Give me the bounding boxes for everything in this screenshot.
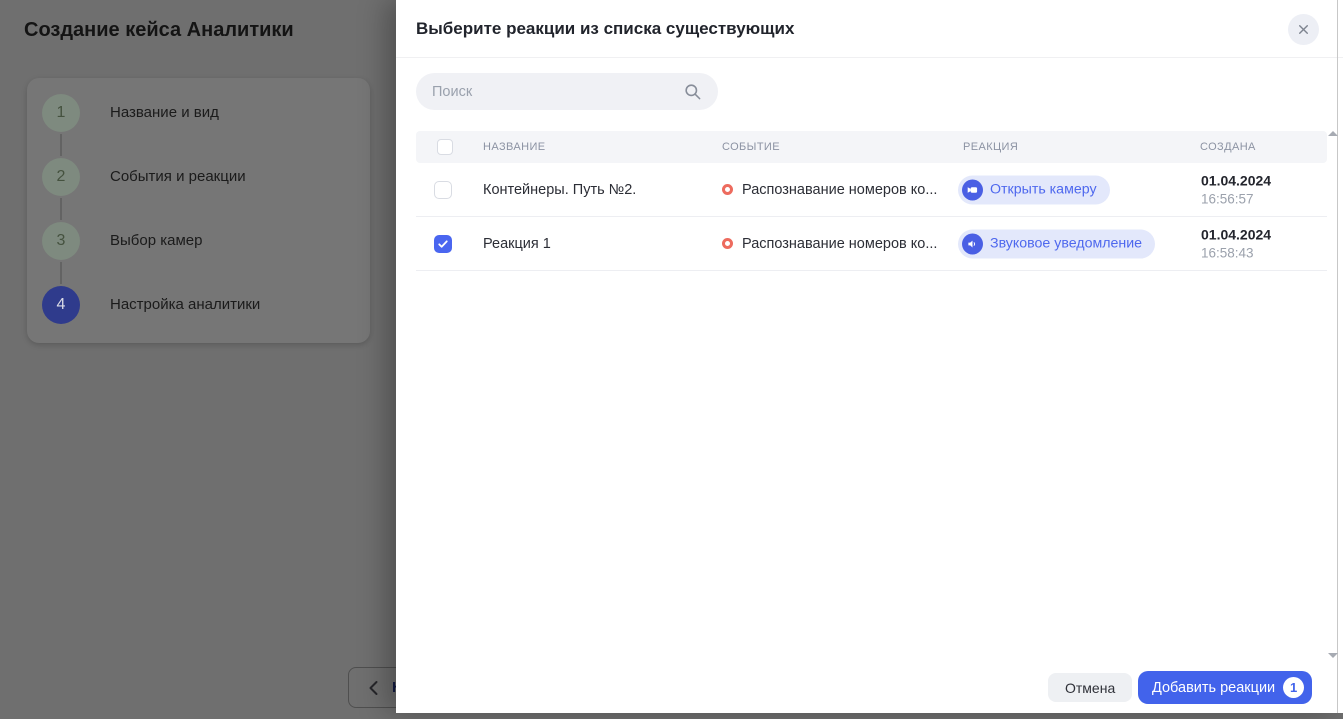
- scroll-up-icon[interactable]: [1328, 131, 1338, 136]
- camera-icon: [962, 179, 983, 200]
- select-all-checkbox[interactable]: [437, 139, 453, 155]
- step-4-label: Настройка аналитики: [110, 296, 260, 313]
- step-3-circle[interactable]: 3: [42, 222, 80, 260]
- event-cell: Распознавание номеров ко...: [722, 182, 937, 198]
- column-header-created: СОЗДАНА: [1200, 141, 1256, 153]
- stepper-card: 1 Название и вид 2 События и реакции 3 В…: [27, 78, 370, 343]
- checkmark-icon: [437, 238, 449, 250]
- chevron-left-icon: [367, 680, 380, 696]
- step-connector: [60, 198, 62, 220]
- speaker-icon: [962, 233, 983, 254]
- reaction-badge-label: Открыть камеру: [990, 182, 1097, 198]
- add-reactions-label: Добавить реакции: [1152, 680, 1275, 696]
- event-ring-icon: [722, 238, 733, 249]
- scrollbar-track[interactable]: [1337, 0, 1338, 713]
- event-name: Распознавание номеров ко...: [742, 236, 937, 252]
- reaction-badge: Звуковое уведомление: [958, 229, 1155, 258]
- search-bar: [416, 73, 718, 110]
- created-date: 01.04.2024: [1201, 171, 1271, 190]
- page-title: Создание кейса Аналитики: [24, 19, 294, 42]
- search-icon[interactable]: [683, 82, 702, 101]
- scroll-down-icon[interactable]: [1328, 653, 1338, 658]
- reaction-name: Реакция 1: [483, 236, 551, 252]
- event-cell: Распознавание номеров ко...: [722, 236, 937, 252]
- event-name: Распознавание номеров ко...: [742, 182, 937, 198]
- close-button[interactable]: [1288, 14, 1319, 45]
- reaction-badge-label: Звуковое уведомление: [990, 236, 1142, 252]
- select-reactions-modal: Выберите реакции из списка существующих …: [396, 0, 1343, 713]
- column-header-name: НАЗВАНИЕ: [483, 141, 546, 153]
- search-input[interactable]: [432, 73, 682, 110]
- step-1-label: Название и вид: [110, 104, 219, 121]
- cancel-button[interactable]: Отмена: [1048, 673, 1132, 702]
- created-date: 01.04.2024: [1201, 225, 1271, 244]
- step-connector: [60, 262, 62, 284]
- reactions-table: НАЗВАНИЕ СОБЫТИЕ РЕАКЦИЯ СОЗДАНА Контейн…: [416, 131, 1327, 271]
- close-icon: [1297, 23, 1310, 36]
- step-2-label: События и реакции: [110, 168, 246, 185]
- table-row[interactable]: Контейнеры. Путь №2. Распознавание номер…: [416, 163, 1327, 217]
- event-ring-icon: [722, 184, 733, 195]
- row-checkbox-checked[interactable]: [434, 235, 452, 253]
- created-time: 16:56:57: [1201, 190, 1271, 208]
- step-3-label: Выбор камер: [110, 232, 202, 249]
- step-4-circle[interactable]: 4: [42, 286, 80, 324]
- reaction-name: Контейнеры. Путь №2.: [483, 182, 636, 198]
- step-2-circle[interactable]: 2: [42, 158, 80, 196]
- selected-count-badge: 1: [1283, 677, 1304, 698]
- step-1-circle[interactable]: 1: [42, 94, 80, 132]
- modal-title: Выберите реакции из списка существующих: [416, 19, 794, 39]
- column-header-event: СОБЫТИЕ: [722, 141, 780, 153]
- reaction-badge: Открыть камеру: [958, 175, 1110, 204]
- header-divider: [396, 57, 1343, 58]
- column-header-reaction: РЕАКЦИЯ: [963, 141, 1018, 153]
- step-connector: [60, 134, 62, 156]
- add-reactions-button[interactable]: Добавить реакции 1: [1138, 671, 1312, 704]
- row-checkbox-unchecked[interactable]: [434, 181, 452, 199]
- table-row[interactable]: Реакция 1 Распознавание номеров ко... Зв…: [416, 217, 1327, 271]
- screen: { "page": { "title": "Создание кейса Ана…: [0, 0, 1343, 719]
- created-cell: 01.04.2024 16:56:57: [1201, 171, 1271, 208]
- created-time: 16:58:43: [1201, 244, 1271, 262]
- table-header-row: НАЗВАНИЕ СОБЫТИЕ РЕАКЦИЯ СОЗДАНА: [416, 131, 1327, 163]
- created-cell: 01.04.2024 16:58:43: [1201, 225, 1271, 262]
